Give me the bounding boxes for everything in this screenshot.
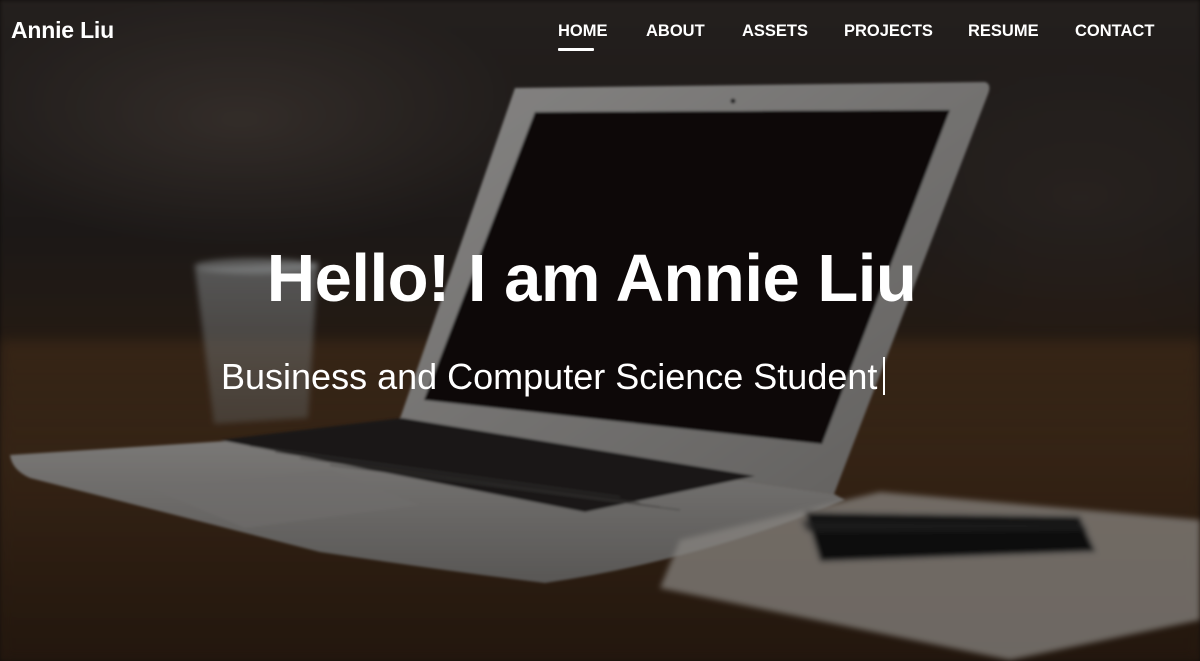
nav-item-resume[interactable]: RESUME <box>968 22 1039 41</box>
dark-overlay <box>0 0 1200 661</box>
nav-active-indicator <box>558 48 594 51</box>
nav-item-about[interactable]: ABOUT <box>646 22 705 41</box>
hero-background-image <box>0 0 1200 661</box>
hero-headline: Hello! I am Annie Liu <box>266 241 917 316</box>
brand-logo[interactable]: Annie Liu <box>11 17 114 44</box>
hero-section: Annie Liu HOME ABOUT ASSETS PROJECTS RES… <box>0 0 1200 661</box>
hero-subtitle-container: Business and Computer Science Student <box>221 354 886 400</box>
typing-cursor <box>883 357 886 395</box>
hero-subtitle: Business and Computer Science Student <box>221 356 878 397</box>
nav-item-projects[interactable]: PROJECTS <box>844 22 933 41</box>
nav-item-assets[interactable]: ASSETS <box>742 22 808 41</box>
nav-item-home[interactable]: HOME <box>558 22 608 41</box>
top-navigation: Annie Liu HOME ABOUT ASSETS PROJECTS RES… <box>0 0 1200 62</box>
nav-item-contact[interactable]: CONTACT <box>1075 22 1154 41</box>
